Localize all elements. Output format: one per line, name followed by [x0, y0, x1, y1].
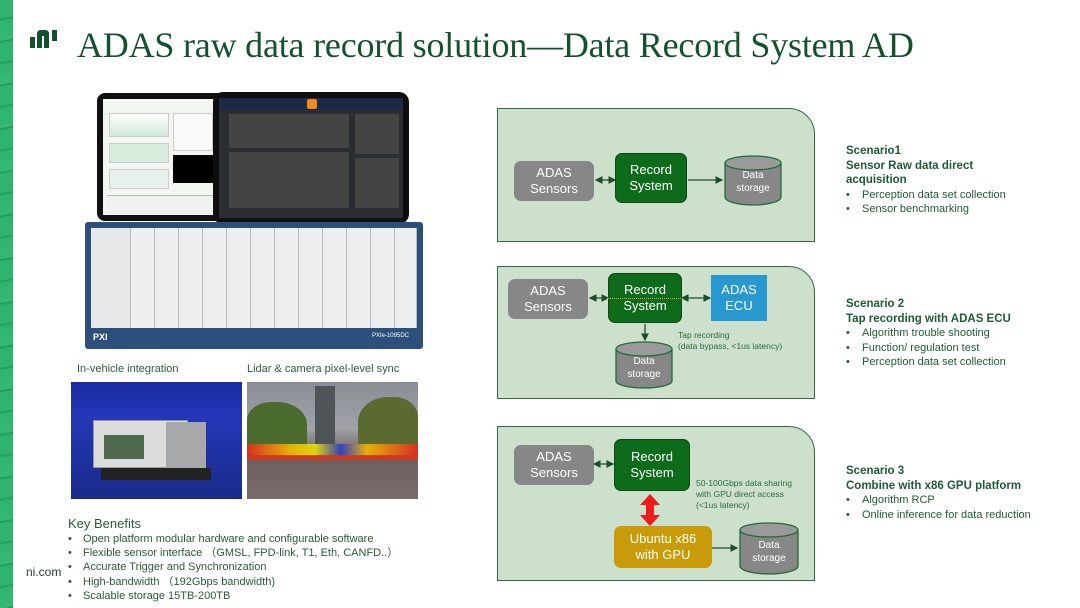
hardware-product-image: PXI PXIe-1095DC: [85, 90, 430, 352]
scenario3-diagram: ADAS Sensors Record System Ubuntu x86 wi…: [497, 426, 815, 581]
node-label: ADAS Sensors: [530, 165, 578, 196]
benefit-item: Open platform modular hardware and confi…: [68, 532, 398, 546]
decorative-side-strip: [0, 0, 13, 608]
note-line: (<1us latency): [696, 500, 750, 510]
ubuntu-gpu-node: Ubuntu x86 with GPU: [614, 526, 712, 568]
storage-label: Data storage: [627, 356, 661, 380]
chassis-model-label: PXIe-1095DC: [371, 333, 409, 339]
key-benefits-title: Key Benefits: [68, 516, 141, 531]
benefit-item: Flexible sensor interface （GMSL, FPD-lin…: [68, 546, 398, 560]
scenario-name: Scenario 2: [846, 298, 905, 310]
adas-sensors-node: ADAS Sensors: [514, 445, 594, 485]
scenario2-description: Scenario 2 Tap recording with ADAS ECU A…: [846, 297, 1011, 370]
photo-label-lidar-sync: Lidar & camera pixel-level sync: [247, 363, 400, 375]
note-line: Tap recording: [678, 330, 730, 340]
adas-sensors-node: ADAS Sensors: [514, 161, 594, 201]
scenario-subtitle: acquisition: [846, 174, 907, 186]
node-label: ADAS Sensors: [530, 449, 578, 480]
data-storage-node: Data storage: [739, 522, 799, 575]
tap-recording-note: Tap recording (data bypass, <1us latency…: [678, 330, 782, 352]
note-line: (data bypass, <1us latency): [678, 341, 783, 351]
ni-logo-icon: [30, 30, 57, 48]
slide-title: ADAS raw data record solution—Data Recor…: [77, 25, 914, 65]
benefit-item: Scalable storage 15TB-200TB: [68, 589, 398, 603]
adas-sensors-node: ADAS Sensors: [508, 279, 588, 319]
scenario3-description: Scenario 3 Combine with x86 GPU platform…: [846, 464, 1031, 522]
record-system-node: Record System: [614, 439, 690, 491]
scenario-item: Algorithm trouble shooting: [846, 326, 1011, 341]
note-line: 50-100Gbps data sharing: [696, 478, 792, 488]
pxi-brand-label: PXI: [93, 332, 108, 342]
data-storage-node: Data storage: [615, 341, 673, 389]
gpu-sharing-note: 50-100Gbps data sharing with GPU direct …: [696, 478, 792, 511]
storage-label: Data storage: [736, 170, 770, 194]
gpu-direct-link: [640, 494, 660, 526]
scenario-subtitle: Sensor Raw data direct: [846, 159, 974, 172]
scenario-subtitle: Tap recording with ADAS ECU: [846, 312, 1011, 325]
adas-ecu-node: ADAS ECU: [711, 275, 767, 321]
scenario-item: Algorithm RCP: [846, 493, 1031, 508]
tap-bypass-line: [607, 298, 683, 299]
scenario2-diagram: ADAS Sensors Record System ADAS ECU Data…: [497, 266, 815, 399]
data-storage-node: Data storage: [724, 155, 782, 206]
scenario1-diagram: ADAS Sensors Record System Data storage: [497, 108, 815, 242]
scenario-item: Online inference for data reduction: [846, 508, 1031, 523]
scenario-item: Perception data set collection: [846, 188, 1006, 203]
node-label: Ubuntu x86 with GPU: [629, 531, 697, 562]
scenario-name: Scenario 3: [846, 465, 905, 477]
benefit-item: High-bandwidth （192Gbps bandwidth): [68, 575, 398, 589]
scenario-name: Scenario1: [846, 145, 901, 157]
node-label: Record System: [630, 449, 674, 480]
storage-label: Data storage: [752, 540, 786, 564]
note-line: with GPU direct access: [696, 489, 784, 499]
photo-label-in-vehicle: In-vehicle integration: [77, 363, 179, 375]
key-benefits: Key Benefits Open platform modular hardw…: [68, 516, 398, 603]
pxi-chassis-image: PXI PXIe-1095DC: [85, 222, 423, 349]
scenario-item: Function/ regulation test: [846, 341, 1011, 356]
record-system-node: Record System: [615, 153, 687, 203]
node-label: ADAS Sensors: [524, 283, 572, 314]
node-label: Record System: [629, 162, 673, 193]
node-label: ADAS ECU: [721, 282, 757, 313]
in-vehicle-photo: [71, 382, 242, 499]
lidar-camera-photo: [247, 382, 418, 499]
benefit-item: Accurate Trigger and Synchronization: [68, 560, 398, 574]
record-system-node: Record System: [607, 273, 683, 323]
tablet-image: [213, 92, 409, 224]
scenario-subtitle: Combine with x86 GPU platform: [846, 479, 1022, 492]
laptop-image: [97, 93, 227, 221]
scenario1-description: Scenario1 Sensor Raw data direct acquisi…: [846, 144, 1006, 217]
scenario-item: Perception data set collection: [846, 355, 1011, 370]
footer-url: ni.com: [26, 565, 62, 579]
scenario-item: Sensor benchmarking: [846, 202, 1006, 217]
